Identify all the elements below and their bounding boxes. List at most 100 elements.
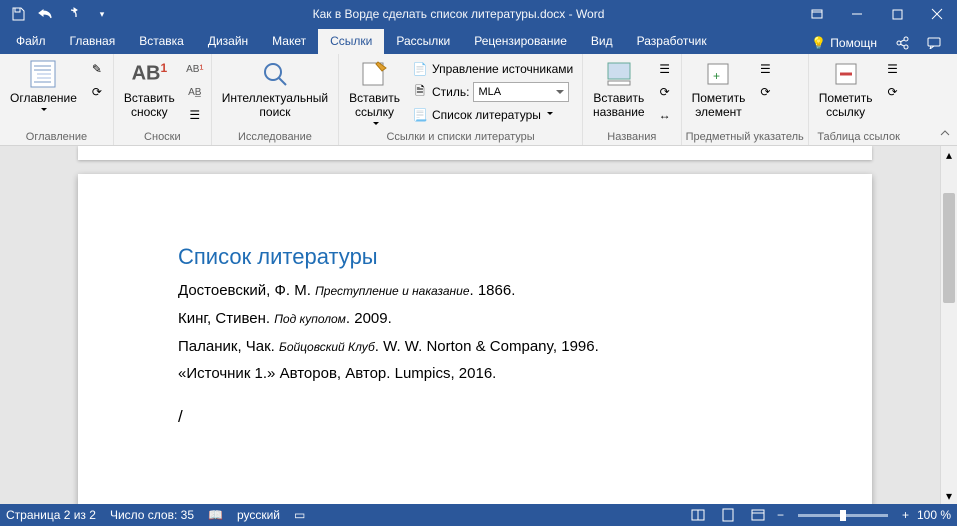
group-research: Интеллектуальный поиск Исследование <box>212 54 339 145</box>
group-toc: Оглавление ✎ ⟳ Оглавление <box>0 54 114 145</box>
language-status[interactable]: русский <box>237 508 280 522</box>
scroll-thumb[interactable] <box>943 193 955 303</box>
tab-layout[interactable]: Макет <box>260 29 318 54</box>
previous-page-strip <box>78 146 872 160</box>
group-toa-label: Таблица ссылок <box>813 130 905 145</box>
proofing-status[interactable]: 📖 <box>208 508 223 522</box>
read-mode-button[interactable] <box>687 506 709 524</box>
citation-icon <box>359 58 391 90</box>
update-tof-icon: ⟳ <box>657 84 673 100</box>
ribbon-tabs: Файл Главная Вставка Дизайн Макет Ссылки… <box>0 28 957 54</box>
insert-endnote-button[interactable]: AB¹ <box>183 58 207 80</box>
insert-footnote-button[interactable]: AB1 Вставить сноску <box>118 56 181 122</box>
mark-entry-icon: + <box>702 58 734 90</box>
citation-style-row: 🗎 Стиль: MLA <box>408 81 578 103</box>
group-footnotes-label: Сноски <box>118 130 207 145</box>
next-footnote-icon: AB̲ <box>187 84 203 100</box>
scroll-track[interactable] <box>941 163 957 487</box>
print-layout-button[interactable] <box>717 506 739 524</box>
update-tof-button[interactable]: ⟳ <box>653 81 677 103</box>
insert-tof-button[interactable]: ☰ <box>653 58 677 80</box>
scroll-down-button[interactable]: ▾ <box>941 487 957 504</box>
toc-button[interactable]: Оглавление <box>4 56 83 116</box>
update-index-button[interactable]: ⟳ <box>753 81 777 103</box>
quick-access-toolbar: ▾ <box>0 2 120 26</box>
search-icon <box>259 58 291 90</box>
update-toa-button[interactable]: ⟳ <box>881 81 905 103</box>
manage-sources-button[interactable]: 📄Управление источниками <box>408 58 578 80</box>
bibliography-button[interactable]: 📃Список литературы <box>408 104 578 126</box>
page-number-status[interactable]: Страница 2 из 2 <box>6 508 96 522</box>
insert-index-button[interactable]: ☰ <box>753 58 777 80</box>
group-captions-label: Названия <box>587 130 677 145</box>
cross-reference-button[interactable]: ↔ <box>653 104 677 126</box>
comments-button[interactable] <box>921 33 947 53</box>
endnote-icon: AB¹ <box>187 61 203 77</box>
zoom-slider[interactable] <box>798 514 888 517</box>
bibliography-entry: Паланик, Чак. Бойцовский Клуб. W. W. Nor… <box>178 336 772 358</box>
tab-insert[interactable]: Вставка <box>127 29 196 54</box>
tell-me-button[interactable]: 💡Помощн <box>805 32 883 54</box>
style-select[interactable]: MLA <box>473 82 569 102</box>
group-research-label: Исследование <box>216 130 334 145</box>
group-citations: Вставить ссылку 📄Управление источниками … <box>339 54 583 145</box>
tab-references[interactable]: Ссылки <box>318 29 384 54</box>
zoom-level[interactable]: 100 % <box>917 508 951 522</box>
share-button[interactable] <box>889 32 915 54</box>
group-footnotes: AB1 Вставить сноску AB¹ AB̲ ☰ Сноски <box>114 54 212 145</box>
group-index: + Пометить элемент ☰ ⟳ Предметный указат… <box>682 54 809 145</box>
zoom-out-button[interactable]: − <box>777 508 784 522</box>
tab-design[interactable]: Дизайн <box>196 29 260 54</box>
smart-lookup-button[interactable]: Интеллектуальный поиск <box>216 56 334 122</box>
document-area: Список литературы Достоевский, Ф. М. Пре… <box>0 146 957 504</box>
tab-review[interactable]: Рецензирование <box>462 29 579 54</box>
style-label: Стиль: <box>432 85 469 99</box>
proofing-icon: 📖 <box>208 508 223 522</box>
group-toc-label: Оглавление <box>4 130 109 145</box>
bibliography-entry: Достоевский, Ф. М. Преступление и наказа… <box>178 280 772 302</box>
bibliography-icon: 📃 <box>412 107 428 123</box>
collapse-ribbon-button[interactable] <box>937 125 953 141</box>
group-citations-label: Ссылки и списки литературы <box>343 130 578 145</box>
tab-developer[interactable]: Разработчик <box>625 29 719 54</box>
minimize-button[interactable] <box>837 0 877 28</box>
word-count-status[interactable]: Число слов: 35 <box>110 508 194 522</box>
insert-citation-button[interactable]: Вставить ссылку <box>343 56 406 130</box>
ribbon-display-button[interactable] <box>797 0 837 28</box>
ribbon: Оглавление ✎ ⟳ Оглавление AB1 Вставить с… <box>0 54 957 146</box>
update-icon: ⟳ <box>89 84 105 100</box>
mark-citation-label: Пометить ссылку <box>819 92 873 120</box>
tab-home[interactable]: Главная <box>58 29 128 54</box>
save-button[interactable] <box>6 2 30 26</box>
update-toa-icon: ⟳ <box>885 84 901 100</box>
qat-customize-button[interactable]: ▾ <box>90 2 114 26</box>
add-text-icon: ✎ <box>89 61 105 77</box>
mark-entry-label: Пометить элемент <box>692 92 746 120</box>
zoom-in-button[interactable]: + <box>902 508 909 522</box>
web-layout-button[interactable] <box>747 506 769 524</box>
insert-caption-button[interactable]: Вставить название <box>587 56 651 122</box>
mark-entry-button[interactable]: + Пометить элемент <box>686 56 752 122</box>
status-bar: Страница 2 из 2 Число слов: 35 📖 русский… <box>0 504 957 526</box>
macro-status[interactable]: ▭ <box>294 508 305 522</box>
redo-button[interactable] <box>62 2 86 26</box>
insert-toa-button[interactable]: ☰ <box>881 58 905 80</box>
smart-lookup-label: Интеллектуальный поиск <box>222 92 328 120</box>
update-toc-button[interactable]: ⟳ <box>85 81 109 103</box>
tab-file[interactable]: Файл <box>4 29 58 54</box>
show-notes-button[interactable]: ☰ <box>183 104 207 126</box>
tab-mailings[interactable]: Рассылки <box>384 29 462 54</box>
add-text-button[interactable]: ✎ <box>85 58 109 80</box>
scroll-up-button[interactable]: ▴ <box>941 146 957 163</box>
mark-citation-button[interactable]: Пометить ссылку <box>813 56 879 122</box>
bibliography-heading: Список литературы <box>178 244 772 270</box>
vertical-scrollbar[interactable]: ▴ ▾ <box>940 146 957 504</box>
next-footnote-button[interactable]: AB̲ <box>183 81 207 103</box>
close-button[interactable] <box>917 0 957 28</box>
maximize-button[interactable] <box>877 0 917 28</box>
undo-button[interactable] <box>34 2 58 26</box>
document-scroll[interactable]: Список литературы Достоевский, Ф. М. Пре… <box>0 146 940 504</box>
svg-text:+: + <box>713 69 720 83</box>
tab-view[interactable]: Вид <box>579 29 625 54</box>
document-page[interactable]: Список литературы Достоевский, Ф. М. Пре… <box>78 174 872 504</box>
